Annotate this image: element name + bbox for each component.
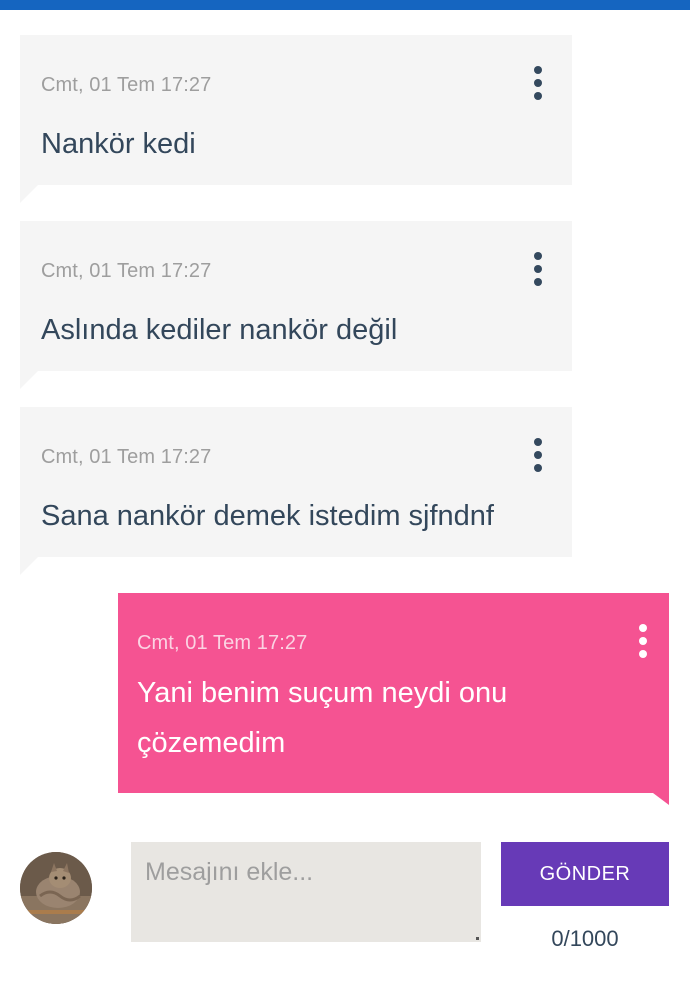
message-bubble: Cmt, 01 Tem 17:27 Sana nankör demek iste… <box>20 407 572 575</box>
character-counter: 0/1000 <box>551 926 619 951</box>
message-bubble: Cmt, 01 Tem 17:27 Nankör kedi <box>20 35 572 203</box>
message-timestamp: Cmt, 01 Tem 17:27 <box>137 632 308 654</box>
more-vertical-icon[interactable] <box>526 435 550 475</box>
message-text: Aslında kediler nankör değil <box>41 314 398 346</box>
more-vertical-icon[interactable] <box>631 621 655 661</box>
user-avatar[interactable] <box>20 852 92 924</box>
message-input-box[interactable] <box>131 842 481 942</box>
message-input[interactable] <box>131 842 481 942</box>
own-message-bubble: Cmt, 01 Tem 17:27 Yani benim suçum neydi… <box>118 593 669 805</box>
cat-photo-icon <box>20 852 92 924</box>
message-timestamp: Cmt, 01 Tem 17:27 <box>41 74 212 96</box>
top-app-bar <box>0 0 690 10</box>
message-text: Nankör kedi <box>41 128 196 160</box>
message-bubble: Cmt, 01 Tem 17:27 Aslında kediler nankör… <box>20 221 572 389</box>
resize-handle[interactable] <box>476 937 479 940</box>
more-vertical-icon[interactable] <box>526 63 550 103</box>
more-vertical-icon[interactable] <box>526 249 550 289</box>
message-text: Sana nankör demek istedim sjfndnf <box>41 500 494 532</box>
message-timestamp: Cmt, 01 Tem 17:27 <box>41 446 212 468</box>
message-text: Yani benim suçum neydi onu çözemedim <box>137 677 508 759</box>
send-button[interactable]: GÖNDER <box>501 842 669 906</box>
message-timestamp: Cmt, 01 Tem 17:27 <box>41 260 212 282</box>
